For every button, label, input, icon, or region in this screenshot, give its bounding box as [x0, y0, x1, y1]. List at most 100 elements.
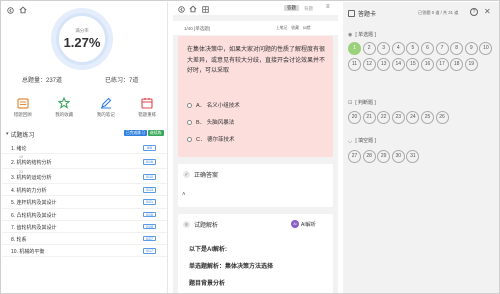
question-number-button[interactable]: 12: [362, 57, 376, 71]
tab-answer[interactable]: 答题: [284, 5, 299, 11]
chapter-item[interactable]: 7. 齿轮机构及其设计 0/28: [2, 221, 167, 233]
question-number-button[interactable]: 4: [391, 42, 405, 55]
question-toolbar: 1/40 [单选题] 上笔记 收藏 纠错: [173, 21, 338, 35]
wrong-review-button[interactable]: 错题回顾: [6, 97, 40, 118]
question-number-button[interactable]: 26: [435, 111, 449, 124]
option-c[interactable]: C． 德尔菲技术: [187, 135, 235, 143]
question-number-button[interactable]: 8: [450, 42, 464, 55]
group-numbers: 20 21 22 23 24 25 26: [348, 111, 498, 124]
question-number-button[interactable]: 2: [362, 42, 376, 55]
question-number-button[interactable]: 1: [348, 42, 361, 55]
chapter-count: 0/13: [143, 187, 156, 193]
practiced-count: 已练习：7道: [105, 78, 139, 84]
redo-wrong-button[interactable]: 错题重练: [130, 97, 164, 118]
question-number-button[interactable]: 7: [435, 42, 449, 55]
checkbox-icon: ⊡: [348, 99, 353, 106]
answer-sheet-header: 答题卡: [348, 9, 376, 18]
analysis-card: ≡ 试题解析 AI AI解析 以下是AI解析: 单选题解析：集体决策方法选择 题…: [178, 214, 333, 293]
option-b[interactable]: B． 头脑风暴法: [187, 118, 234, 126]
practice-section-header[interactable]: ▾ 试题练习 已完成练习 继续练习: [6, 129, 164, 141]
question-number: 1/40 [单选题]: [184, 26, 211, 31]
question-number-button[interactable]: 19: [464, 57, 478, 71]
question-number-button[interactable]: 5: [406, 42, 420, 55]
question-number-button[interactable]: 22: [377, 111, 391, 124]
answer-sheet-title: 答题卡: [358, 12, 377, 18]
continue-badge[interactable]: 继续练习: [148, 130, 164, 141]
group-numbers: 27 28 29 30 31: [348, 150, 498, 163]
chapter-count: 0/16: [143, 159, 156, 165]
question-card: 在集体决策中，如果大家对问题的性质了解程度有很大差异，或意见有较大分歧，直接开会…: [178, 36, 333, 157]
chapter-name: 3. 机构的运动分析: [11, 175, 52, 182]
chapter-item[interactable]: 10. 机械的平衡 0/17: [2, 245, 167, 258]
expand-icon[interactable]: ˄: [182, 192, 186, 198]
question-number-button[interactable]: 14: [391, 57, 405, 71]
radio-icon: [187, 136, 192, 142]
report-error-button[interactable]: 纠错: [303, 26, 311, 31]
radio-icon: [187, 102, 192, 108]
question-number-button[interactable]: 10: [479, 42, 493, 55]
chapter-name: 8. 轮系: [11, 236, 27, 243]
tab-memorize[interactable]: 背题: [304, 6, 313, 12]
notes-button[interactable]: 我的笔记: [89, 97, 123, 118]
question-number-button[interactable]: 31: [406, 150, 420, 163]
option-a[interactable]: A． 名义小组技术: [187, 101, 240, 109]
chapter-item[interactable]: 1. 绪论 8/8: [2, 142, 167, 155]
menu-icon[interactable]: ≡: [326, 4, 330, 10]
group-numbers: 1 2 3 4 5 6 7 8 9 10 11 12 13 14 15 16 17 18 19: [348, 42, 498, 71]
question-number-button[interactable]: 11: [348, 57, 361, 71]
question-number-button[interactable]: 20: [348, 111, 361, 124]
chapter-item[interactable]: 8. 轮系 0/27: [2, 233, 167, 246]
ai-analysis-button[interactable]: AI AI解析: [291, 220, 316, 228]
question-number-button[interactable]: 24: [406, 111, 420, 124]
question-text: 在集体决策中，如果大家对问题的性质了解程度有很大差异，或意见有较大分歧，直接开会…: [187, 47, 326, 74]
calendar-icon: [141, 97, 153, 109]
chapter-name: 1. 绪论: [11, 146, 27, 152]
question-number-button[interactable]: 16: [420, 57, 434, 71]
favorites-button[interactable]: 我的收藏: [47, 97, 81, 118]
home-icon[interactable]: [189, 5, 197, 13]
question-number-button[interactable]: 13: [377, 57, 391, 71]
chapter-name: 4. 机构的力分析: [11, 188, 47, 195]
question-number-button[interactable]: 21: [362, 111, 376, 124]
question-number-button[interactable]: 30: [391, 150, 405, 163]
close-icon[interactable]: ✕: [484, 7, 491, 16]
completed-badge[interactable]: 已完成练习: [124, 130, 147, 136]
favorite-button[interactable]: 收藏: [291, 26, 299, 31]
question-number-button[interactable]: 6: [420, 42, 434, 55]
question-number-button[interactable]: 25: [420, 111, 434, 124]
chapter-item[interactable]: 4. 机构的力分析 0/13: [2, 184, 167, 197]
note-button[interactable]: 上笔记: [276, 26, 287, 31]
app-window: 满分率 1.27% 总题量：237道 已练习：7道 错题回顾 我的收藏 我的笔记…: [0, 0, 500, 294]
pen-icon: [100, 97, 112, 109]
chapter-list: 1. 绪论 8/8 15 2. 机构的结构分析 0/16 23 3. 机构的运动…: [2, 142, 167, 258]
chapter-item[interactable]: 15 2. 机构的结构分析 0/16: [2, 154, 167, 170]
chapter-item[interactable]: 23 3. 机构的运动分析 0/10: [2, 169, 167, 185]
home-icon[interactable]: [19, 6, 27, 14]
analysis-title: 试题解析: [194, 223, 219, 229]
folder-icon: [17, 97, 29, 109]
chapter-item[interactable]: 6. 凸轮机构及其设计 0/16: [2, 209, 167, 221]
total-questions: 总题量：237道: [22, 78, 63, 84]
chapter-count: 0/21: [143, 199, 156, 205]
answer-card: ✓ 正确答案 ˄: [178, 164, 333, 207]
group-header-single: ◉ [ 单选题 ]: [348, 31, 376, 39]
grid-icon[interactable]: [201, 5, 209, 13]
back-icon[interactable]: [6, 6, 14, 14]
tool-label: 我的收藏: [55, 112, 74, 117]
ai-icon: AI: [291, 220, 299, 228]
question-number-button[interactable]: 28: [362, 150, 376, 163]
question-number-button[interactable]: 29: [377, 150, 391, 163]
accuracy-ring: 满分率 1.27%: [51, 8, 113, 70]
question-number-button[interactable]: 27: [348, 150, 361, 163]
question-number-button[interactable]: 23: [391, 111, 405, 124]
question-number-button[interactable]: 9: [464, 42, 478, 55]
chapter-item[interactable]: 5. 连杆机构及其设计 0/21: [2, 196, 167, 209]
question-number-button[interactable]: 3: [377, 42, 391, 55]
radio-icon: [187, 119, 192, 125]
answer-sheet-icon: [348, 10, 355, 17]
back-icon[interactable]: [177, 5, 185, 13]
question-number-button[interactable]: 18: [450, 57, 464, 71]
help-icon[interactable]: ?: [470, 8, 478, 16]
question-number-button[interactable]: 17: [435, 57, 449, 71]
question-number-button[interactable]: 15: [406, 57, 420, 71]
